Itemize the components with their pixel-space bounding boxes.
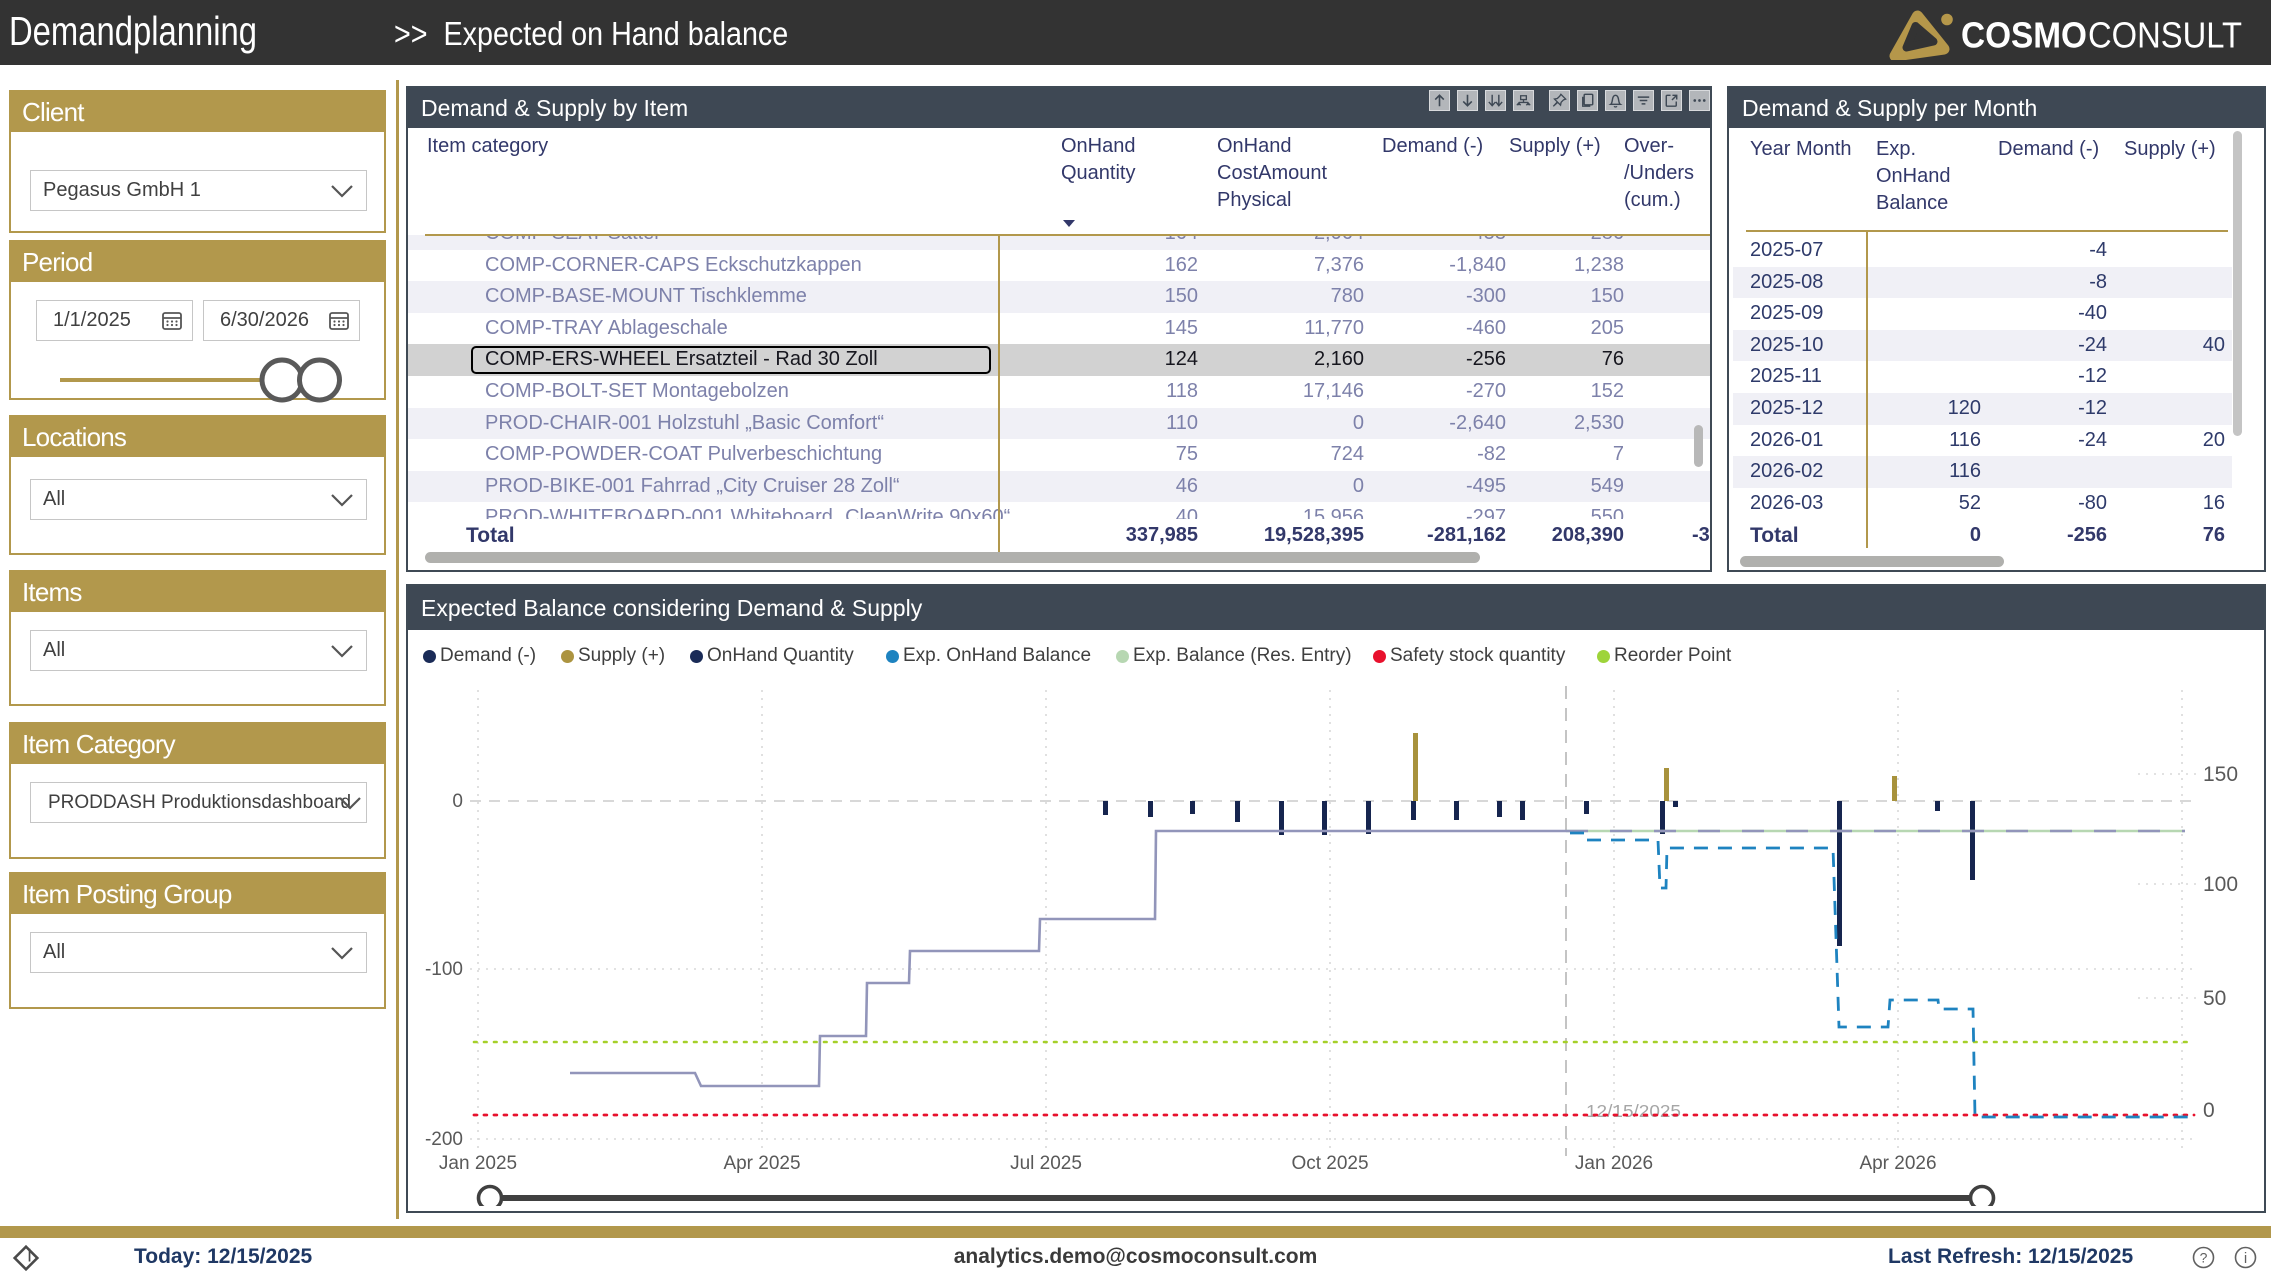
svg-text:0: 0 — [452, 791, 463, 812]
svg-text:?: ? — [2200, 1249, 2208, 1265]
svg-text:-100: -100 — [425, 959, 463, 980]
svg-text:Jul 2025: Jul 2025 — [1010, 1153, 1082, 1174]
svg-text:Apr 2025: Apr 2025 — [723, 1153, 800, 1174]
svg-text:50: 50 — [2203, 987, 2226, 1010]
svg-text:-200: -200 — [425, 1129, 463, 1150]
svg-text:100: 100 — [2203, 873, 2238, 896]
svg-text:COSMO: COSMO — [1961, 15, 2087, 56]
svg-text:CONSULT: CONSULT — [2088, 15, 2242, 56]
svg-text:12/15/2025: 12/15/2025 — [1586, 1101, 1681, 1121]
svg-text:0: 0 — [2203, 1099, 2215, 1122]
svg-text:Jan 2026: Jan 2026 — [1575, 1153, 1653, 1174]
svg-text:Jan 2025: Jan 2025 — [439, 1153, 517, 1174]
svg-text:i: i — [2244, 1250, 2247, 1267]
svg-text:Apr 2026: Apr 2026 — [1859, 1153, 1936, 1174]
svg-text:150: 150 — [2203, 763, 2238, 786]
svg-text:Oct 2025: Oct 2025 — [1291, 1153, 1368, 1174]
